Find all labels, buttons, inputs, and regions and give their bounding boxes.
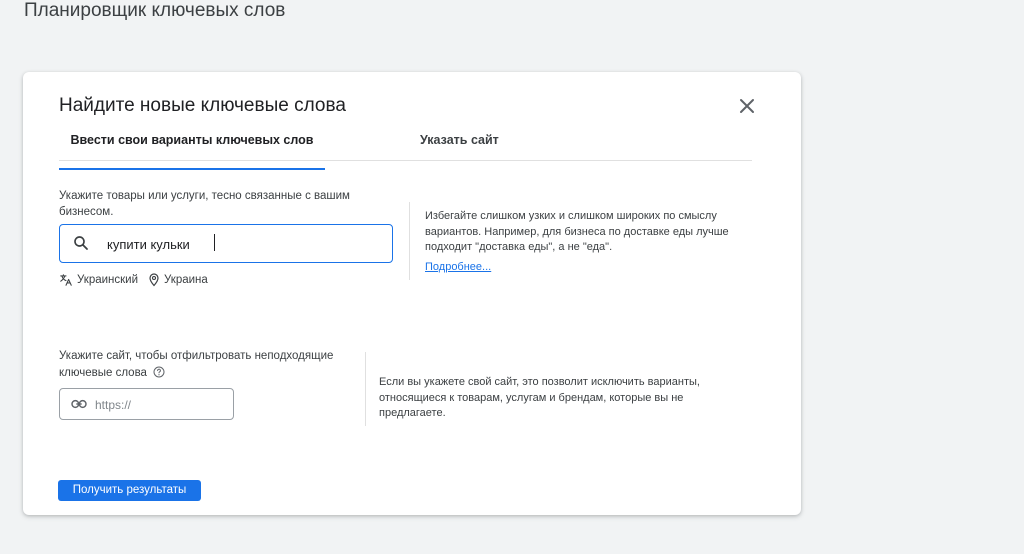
get-results-button[interactable]: Получить результаты [58, 480, 201, 501]
link-icon [71, 399, 87, 409]
page-title: Планировщик ключевых слов [24, 0, 286, 21]
dialog-title: Найдите новые ключевые слова [59, 95, 346, 116]
text-cursor [214, 234, 215, 251]
section-divider [409, 202, 410, 280]
keywords-prompt: Укажите товары или услуги, тесно связанн… [59, 190, 350, 218]
translate-icon [60, 274, 72, 286]
tab-enter-keywords[interactable]: Ввести свои варианты ключевых слов [59, 132, 325, 170]
site-filter-prompt-text: Укажите сайт, чтобы отфильтровать неподх… [59, 350, 334, 379]
tab-bar: Ввести свои варианты ключевых слов Указа… [59, 122, 752, 170]
search-icon [74, 236, 88, 250]
language-selector[interactable]: Украинский [59, 272, 138, 288]
location-selector[interactable]: Украина [148, 272, 208, 288]
language-label: Украинский [77, 274, 139, 286]
keywords-hint: Избегайте слишком узких и слишком широки… [425, 210, 729, 253]
help-icon[interactable] [153, 366, 165, 378]
keywords-input[interactable] [105, 233, 379, 255]
keywords-search-box[interactable] [59, 224, 393, 263]
learn-more-link[interactable]: Подробнее... [425, 260, 491, 275]
active-tab-indicator [59, 168, 325, 170]
location-label: Украина [164, 274, 208, 286]
site-filter-prompt: Укажите сайт, чтобы отфильтровать неподх… [59, 348, 359, 382]
keyword-discovery-dialog: Найдите новые ключевые слова Ввести свои… [23, 72, 801, 515]
close-icon [740, 99, 754, 113]
section-divider [365, 352, 366, 426]
site-url-box[interactable] [59, 388, 234, 420]
site-filter-hint: Если вы укажете свой сайт, это позволит … [379, 376, 700, 419]
targeting-row: Украинский Украина [59, 272, 218, 288]
site-url-input[interactable] [93, 395, 227, 415]
tab-enter-keywords-label: Ввести свои варианты ключевых слов [70, 133, 314, 147]
location-pin-icon [149, 273, 159, 287]
tab-specify-site[interactable]: Указать сайт [420, 132, 499, 148]
close-button[interactable] [737, 96, 757, 116]
